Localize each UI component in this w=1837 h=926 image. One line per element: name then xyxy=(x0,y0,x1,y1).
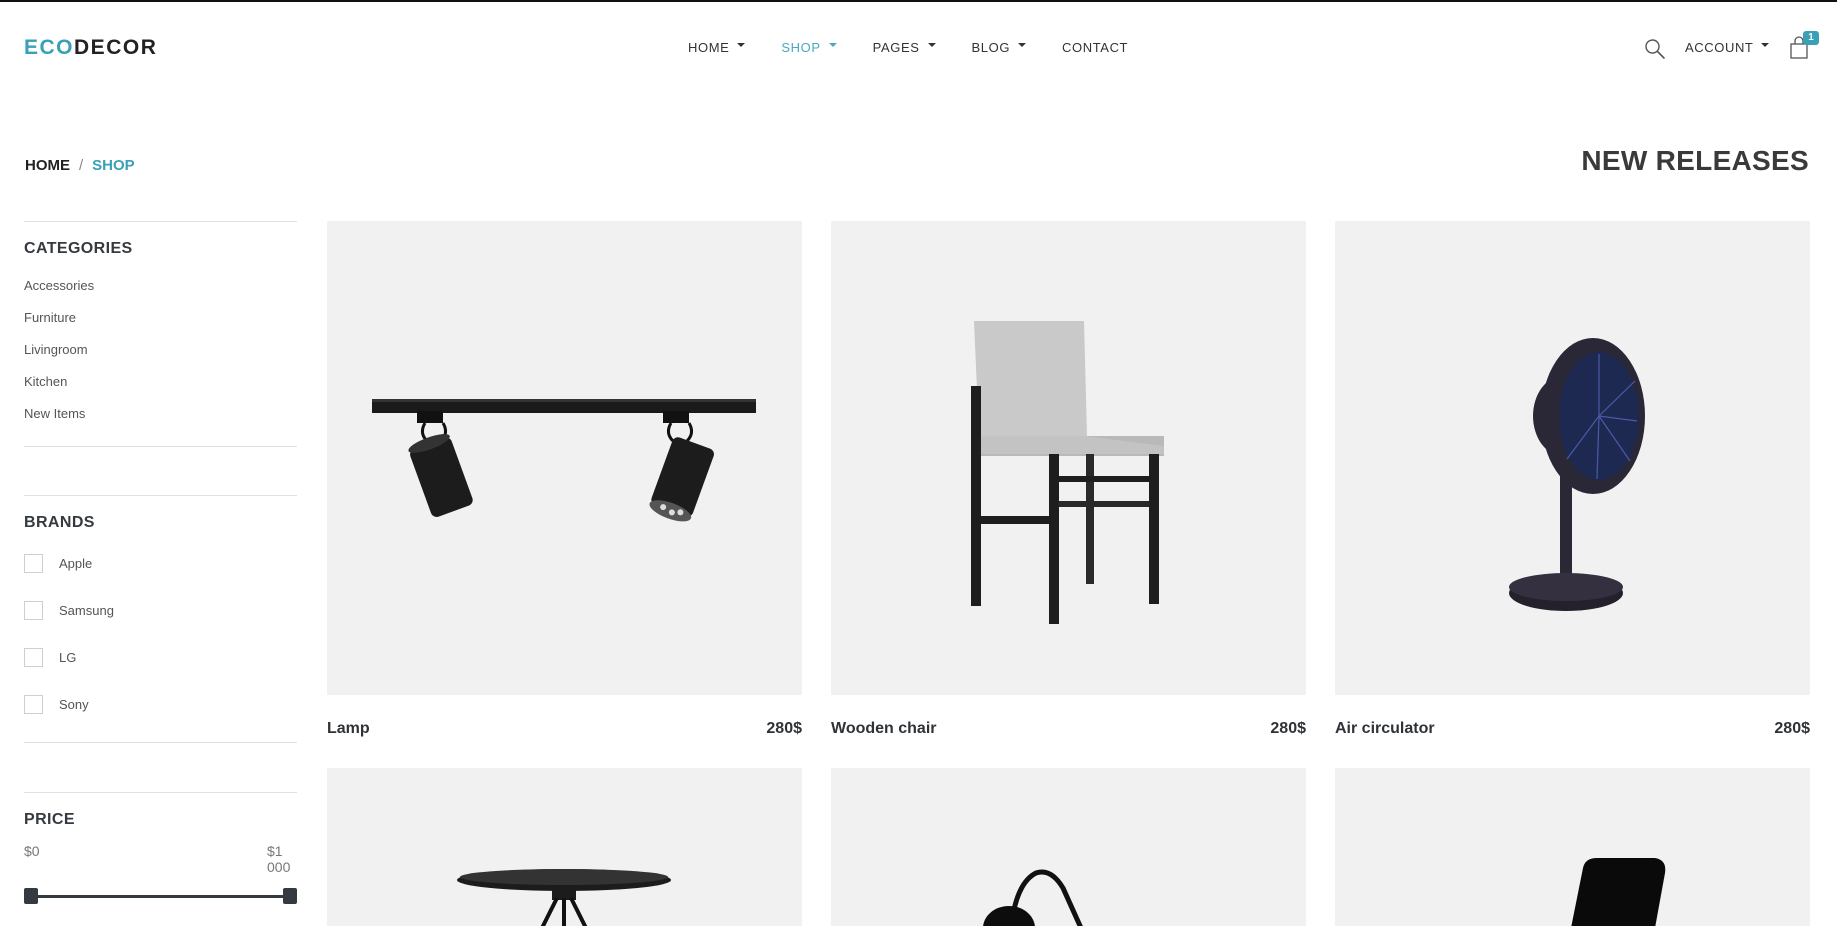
brands-title: BRANDS xyxy=(24,514,95,531)
breadcrumb: HOME / SHOP xyxy=(25,157,135,174)
divider xyxy=(24,792,297,793)
track-spotlight-image xyxy=(372,399,756,522)
side-table-image xyxy=(457,869,671,926)
main-nav: HOME SHOP PAGES BLOG CONTACT xyxy=(688,40,1128,55)
product-image-fan[interactable] xyxy=(1335,221,1810,695)
price-title: PRICE xyxy=(24,811,75,828)
product-image-desk-lamp[interactable] xyxy=(831,768,1306,926)
brand-option[interactable]: Samsung xyxy=(24,587,297,634)
category-list: Accessories Furniture Livingroom Kitchen… xyxy=(24,270,297,430)
desk-lamp-image xyxy=(983,869,1083,926)
desk-fan-image xyxy=(1509,338,1645,611)
slider-min-handle[interactable] xyxy=(24,888,38,904)
nav-shop[interactable]: SHOP xyxy=(781,40,837,55)
brand-label: Sony xyxy=(59,697,89,712)
product-image-side-table[interactable] xyxy=(327,768,802,926)
chevron-down-icon xyxy=(828,42,837,47)
nav-shop-label: SHOP xyxy=(781,40,821,55)
breadcrumb-current: SHOP xyxy=(92,157,135,174)
product-name[interactable]: Lamp xyxy=(327,720,370,738)
brand-option[interactable]: Apple xyxy=(24,540,297,587)
price-range-labels: $0 $1 000 xyxy=(24,843,297,875)
nav-pages[interactable]: PAGES xyxy=(873,40,936,55)
categories-title: CATEGORIES xyxy=(24,240,133,257)
account-menu[interactable]: ACCOUNT xyxy=(1685,40,1770,55)
category-item[interactable]: Accessories xyxy=(24,270,297,302)
nav-blog-label: BLOG xyxy=(971,40,1011,55)
search-icon[interactable] xyxy=(1643,37,1667,61)
breadcrumb-separator: / xyxy=(79,157,84,174)
logo-suffix: DECOR xyxy=(74,36,158,59)
nav-contact[interactable]: CONTACT xyxy=(1062,40,1128,55)
nav-pages-label: PAGES xyxy=(872,40,920,55)
product-image-phone[interactable] xyxy=(1335,768,1810,926)
brand-list: Apple Samsung LG Sony xyxy=(24,540,297,728)
product-image-chair[interactable] xyxy=(831,221,1306,695)
category-item[interactable]: Furniture xyxy=(24,302,297,334)
page-title: NEW RELEASES xyxy=(1581,145,1809,176)
category-item[interactable]: Kitchen xyxy=(24,366,297,398)
product-price: 280$ xyxy=(766,720,802,737)
divider xyxy=(24,495,297,496)
price-max-label: $1 000 xyxy=(267,843,291,875)
chevron-down-icon xyxy=(927,42,936,47)
brand-checkbox[interactable] xyxy=(24,648,43,667)
phone-image xyxy=(1571,858,1666,926)
logo-prefix: ECO xyxy=(24,36,75,59)
product-price: 280$ xyxy=(1774,720,1810,737)
category-item[interactable]: New Items xyxy=(24,398,297,430)
sidebar-filters: CATEGORIES Accessories Furniture Livingr… xyxy=(24,221,297,875)
price-min-label: $0 xyxy=(24,843,40,859)
brand-checkbox[interactable] xyxy=(24,601,43,620)
product-name[interactable]: Wooden chair xyxy=(831,720,937,738)
brand-checkbox[interactable] xyxy=(24,554,43,573)
brand-label: LG xyxy=(59,650,77,665)
brand-label: Apple xyxy=(59,556,93,571)
nav-contact-label: CONTACT xyxy=(1062,40,1129,55)
account-label: ACCOUNT xyxy=(1685,40,1754,55)
chevron-down-icon xyxy=(1018,42,1027,47)
breadcrumb-home[interactable]: HOME xyxy=(25,157,70,174)
divider xyxy=(24,742,297,743)
nav-blog[interactable]: BLOG xyxy=(972,40,1027,55)
logo[interactable]: ECODECOR xyxy=(24,36,157,60)
brand-option[interactable]: LG xyxy=(24,634,297,681)
product-image-lamp[interactable] xyxy=(327,221,802,695)
product-name[interactable]: Air circulator xyxy=(1335,720,1435,738)
chevron-down-icon xyxy=(737,42,746,47)
slider-max-handle[interactable] xyxy=(283,888,297,904)
nav-home-label: HOME xyxy=(688,40,730,55)
nav-home[interactable]: HOME xyxy=(688,40,746,55)
chair-image xyxy=(971,321,1164,624)
brand-option[interactable]: Sony xyxy=(24,681,297,728)
product-price: 280$ xyxy=(1270,720,1306,737)
cart-count-badge: 1 xyxy=(1803,31,1819,45)
divider xyxy=(24,221,297,222)
brand-checkbox[interactable] xyxy=(24,695,43,714)
brand-label: Samsung xyxy=(59,603,114,618)
divider xyxy=(24,446,297,447)
chevron-down-icon xyxy=(1761,42,1770,47)
slider-track xyxy=(30,895,290,898)
price-range-slider[interactable] xyxy=(24,888,297,904)
category-item[interactable]: Livingroom xyxy=(24,334,297,366)
site-header: ECODECOR HOME SHOP PAGES BLOG CONTACT AC… xyxy=(0,2,1837,94)
